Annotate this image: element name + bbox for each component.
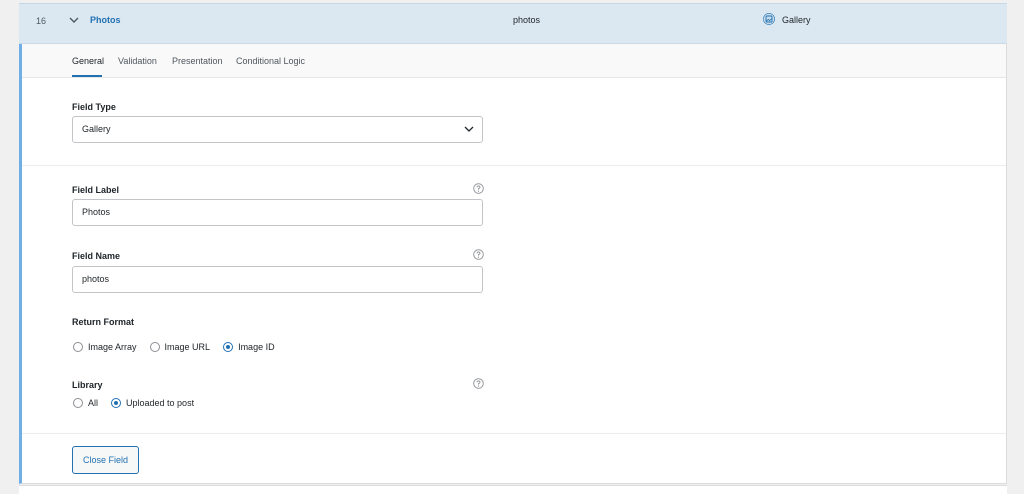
radio-label: Uploaded to post [126, 398, 195, 408]
field-label-input[interactable]: Photos [72, 199, 483, 226]
radio-label: All [88, 398, 99, 408]
divider [22, 165, 1006, 166]
return-format-options: Image Array Image URL Image ID [73, 342, 288, 352]
chevron-down-icon [464, 126, 474, 132]
library-options: All Uploaded to post [73, 398, 207, 408]
radio-button-checked[interactable] [223, 342, 234, 352]
tab-conditional-logic[interactable]: Conditional Logic [236, 56, 305, 66]
close-field-button[interactable]: Close Field [72, 446, 139, 474]
radio-image-id[interactable]: Image ID [223, 342, 275, 352]
settings-tabs: General Validation Presentation Conditio… [22, 44, 1006, 78]
field-settings-panel: General Validation Presentation Conditio… [19, 44, 1007, 484]
divider [22, 433, 1006, 434]
radio-label: Image URL [164, 342, 211, 352]
field-name-input[interactable]: photos [72, 266, 483, 293]
radio-button[interactable] [73, 342, 83, 352]
next-field-row [19, 485, 1007, 494]
chevron-down-icon[interactable] [68, 13, 80, 27]
field-name-label: Field Name [72, 251, 121, 261]
tab-general[interactable]: General [72, 56, 104, 66]
field-type-select[interactable]: Gallery [72, 116, 483, 143]
field-type-value: Gallery [782, 15, 811, 25]
radio-label: Image Array [88, 342, 137, 352]
help-icon[interactable] [473, 378, 484, 389]
radio-all[interactable]: All [73, 398, 98, 408]
return-format-label: Return Format [72, 317, 135, 327]
radio-image-array[interactable]: Image Array [73, 342, 137, 352]
radio-button[interactable] [73, 398, 83, 408]
field-name-value: photos [513, 15, 541, 25]
radio-image-url[interactable]: Image URL [149, 342, 211, 352]
help-icon[interactable] [473, 183, 484, 194]
tab-presentation[interactable]: Presentation [172, 56, 223, 66]
radio-button[interactable] [149, 342, 160, 352]
field-order: 16 [36, 16, 47, 26]
radio-button-checked[interactable] [111, 398, 122, 408]
field-label-label: Field Label [72, 185, 120, 195]
gallery-icon [763, 13, 775, 25]
field-type-selected: Gallery [82, 124, 111, 134]
tab-validation[interactable]: Validation [118, 56, 157, 66]
field-label-link[interactable]: Photos [90, 15, 121, 25]
help-icon[interactable] [473, 249, 484, 260]
field-type-label: Field Type [72, 102, 116, 112]
library-label: Library [72, 380, 103, 390]
field-header-row[interactable]: 16 Photos photos Gallery [19, 3, 1007, 44]
active-tab-indicator [72, 75, 102, 77]
radio-label: Image ID [238, 342, 275, 352]
radio-uploaded-to-post[interactable]: Uploaded to post [111, 398, 194, 408]
